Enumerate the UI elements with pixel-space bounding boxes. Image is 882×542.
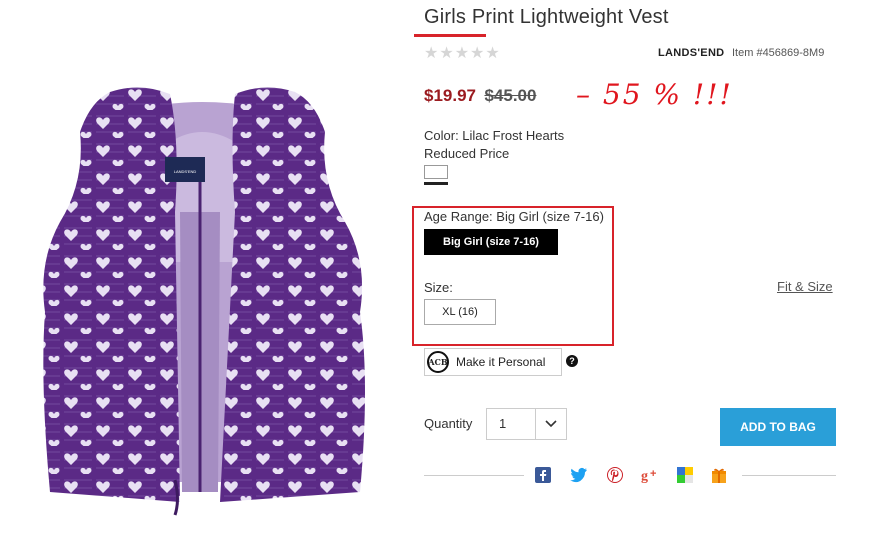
svg-text:g: g [641,469,648,483]
quantity-value: 1 [487,409,536,439]
facebook-icon[interactable] [532,464,554,486]
sale-price: $19.97 [424,86,476,105]
discount-annotation: – 55 % !!! [576,78,733,111]
add-to-bag-button[interactable]: ADD TO BAG [720,408,836,446]
swatch-selected-indicator [424,182,448,185]
size-label: Size: [424,280,453,295]
age-range-option-button[interactable]: Big Girl (size 7-16) [424,229,558,255]
svg-text:+: + [650,468,656,480]
make-it-personal-button[interactable]: ACB Make it Personal [424,348,562,376]
original-price: $45.00 [484,86,537,105]
chevron-down-icon[interactable] [536,409,566,439]
quantity-select[interactable]: 1 [486,408,567,440]
google-plus-icon[interactable]: g + [640,464,662,486]
twitter-icon[interactable] [568,464,590,486]
share-divider-right [742,475,836,476]
help-icon[interactable]: ? [566,355,578,367]
fit-size-link[interactable]: Fit & Size [777,279,833,294]
share-divider-left [424,475,524,476]
vest-tag-text: LANDS'END [174,169,197,174]
color-swatch[interactable] [424,165,448,179]
size-option-button[interactable]: XL (16) [424,299,496,325]
make-it-personal-label: Make it Personal [456,355,546,369]
rating-stars[interactable]: ★★★★★ [424,43,501,63]
annotation-highlight-box [412,206,614,346]
gift-icon[interactable] [708,464,730,486]
product-title: Girls Print Lightweight Vest [424,6,669,28]
item-number: Item #456869-8M9 [732,47,825,59]
price-row: $19.97 $45.00 [424,86,536,106]
age-range-label: Age Range: Big Girl (size 7-16) [424,209,604,224]
title-underline [414,34,486,37]
brand-logo: LANDS'END [658,47,725,59]
delicious-icon[interactable] [674,464,696,486]
product-image: LANDS'END [43,87,365,516]
reduced-price-label: Reduced Price [424,146,510,161]
pinterest-icon[interactable] [604,464,626,486]
quantity-label: Quantity [424,416,473,431]
color-label: Color: Lilac Frost Hearts [424,128,565,143]
monogram-icon: ACB [427,351,449,373]
